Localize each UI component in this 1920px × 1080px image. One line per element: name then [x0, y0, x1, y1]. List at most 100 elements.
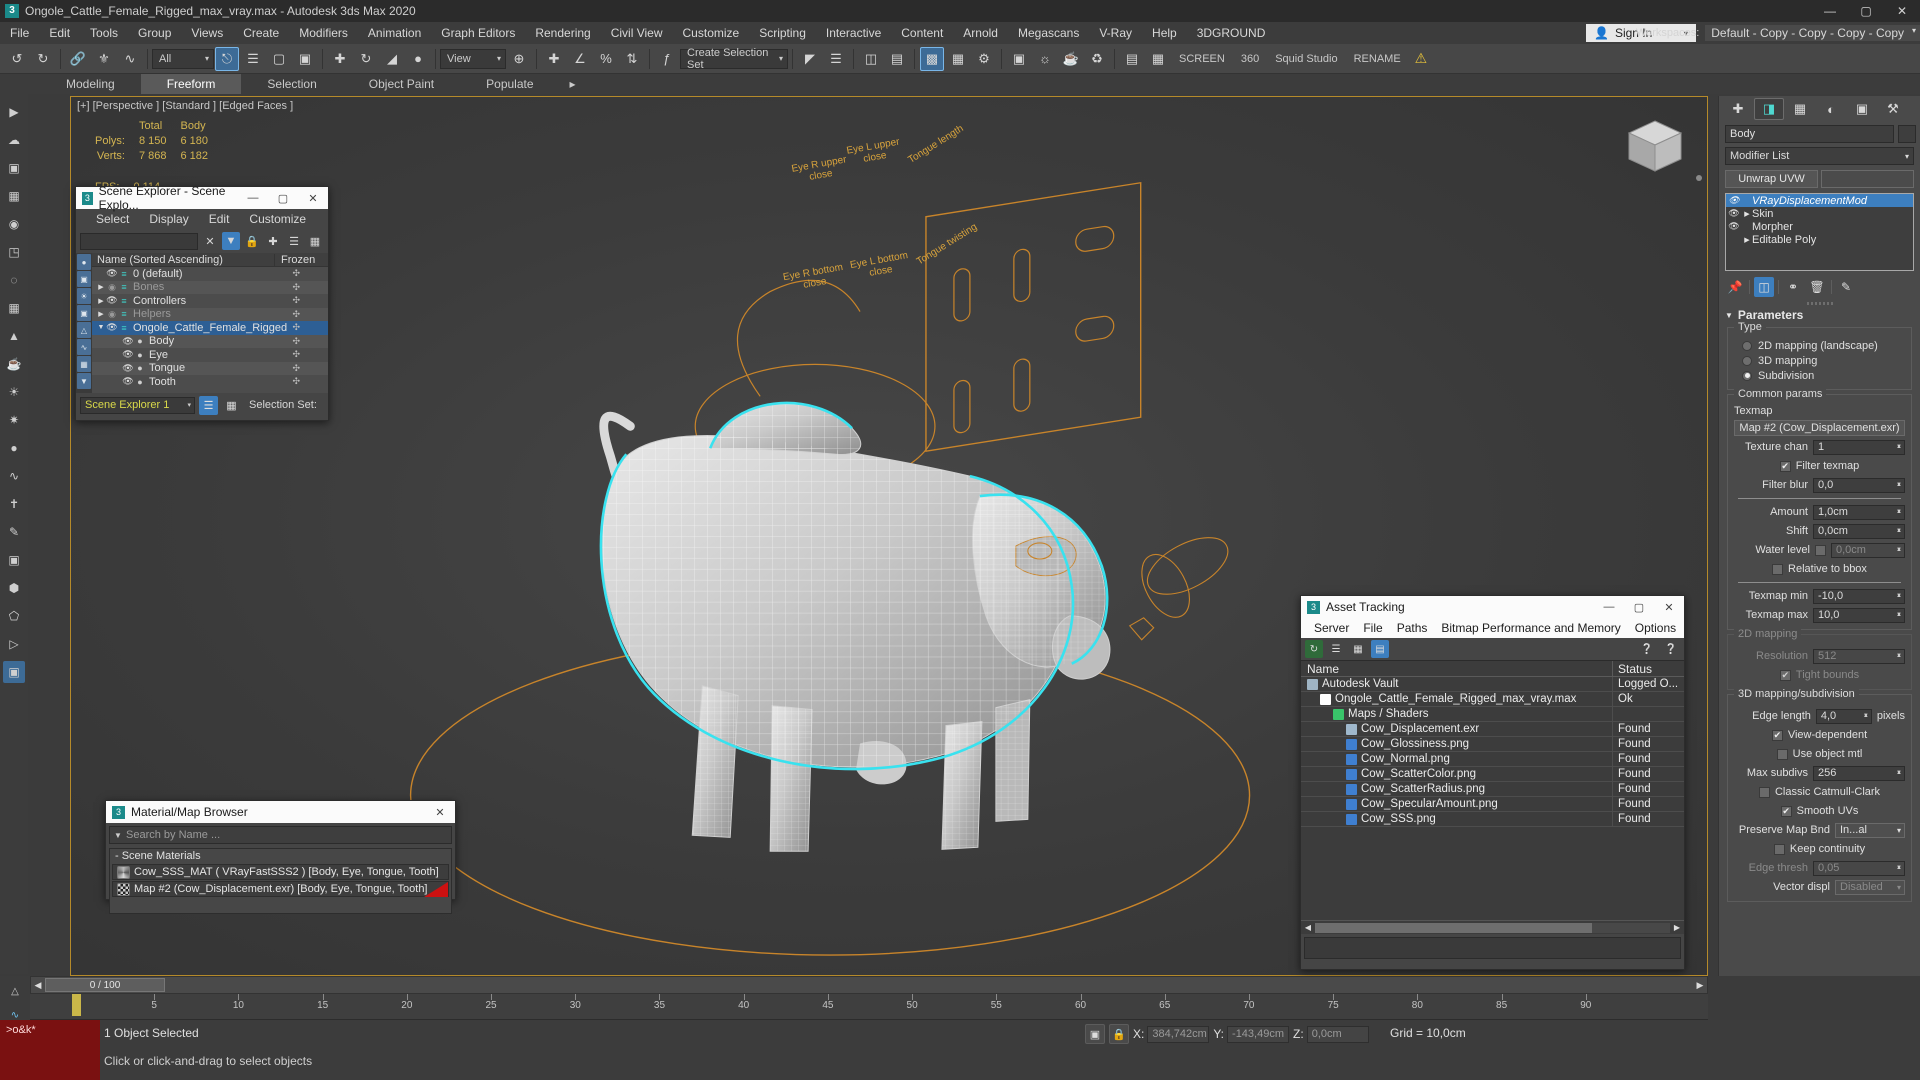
scene-explorer-row[interactable]: 👁 ● Tooth ✣ [92, 375, 328, 389]
at-menu-file[interactable]: File [1356, 621, 1389, 635]
workspaces-dropdown[interactable]: Default - Copy - Copy - Copy - Copy [1705, 25, 1920, 41]
expand-arrow-icon[interactable]: ▶ [96, 310, 106, 318]
filter-cameras-icon[interactable]: ▣ [77, 305, 91, 321]
menu-help[interactable]: Help [1142, 22, 1187, 44]
menu-rendering[interactable]: Rendering [525, 22, 600, 44]
amount-spinner[interactable]: 1,0cm ▲ ▼ [1813, 504, 1905, 520]
context-help-icon[interactable]: ❔ [1662, 640, 1680, 658]
modifier-slot-empty[interactable] [1821, 170, 1914, 188]
schematic-view-icon[interactable]: ▦ [946, 47, 970, 71]
layer-mode-icon[interactable]: ☰ [199, 395, 218, 415]
max-subdivs-spinner[interactable]: 256 ▲ ▼ [1813, 765, 1905, 781]
undo-icon[interactable]: ↺ [5, 47, 29, 71]
modifier-list-dropdown[interactable]: Modifier List [1725, 147, 1914, 165]
view-cube[interactable] [1623, 115, 1687, 179]
radio-3d-mapping[interactable]: 3D mapping [1734, 353, 1905, 368]
tool-circle-icon[interactable]: ● [3, 437, 25, 459]
asset-row[interactable]: Cow_SpecularAmount.png Found [1301, 797, 1684, 812]
tab-populate[interactable]: Populate [460, 74, 559, 94]
time-slider-left-icon[interactable]: ◀ [31, 980, 45, 991]
scene-explorer-maximize[interactable]: ▢ [268, 187, 298, 209]
tool-teapot-icon[interactable]: ☕ [3, 353, 25, 375]
asset-tracking-minimize[interactable]: — [1594, 596, 1624, 618]
menu-civil-view[interactable]: Civil View [601, 22, 673, 44]
menu-arnold[interactable]: Arnold [953, 22, 1008, 44]
pin-stack-icon[interactable]: 📌 [1725, 277, 1745, 297]
filter-geometry-icon[interactable]: ● [77, 254, 91, 270]
use-object-mtl-checkbox[interactable]: Use object mtl [1776, 747, 1862, 762]
tool-helper-icon[interactable]: ✝ [3, 493, 25, 515]
se-menu-edit[interactable]: Edit [199, 212, 240, 226]
vray-lightgen-icon[interactable]: ▦ [1146, 47, 1170, 71]
tool-hexagon-icon[interactable]: ⬢ [3, 577, 25, 599]
tab-selection[interactable]: Selection [241, 74, 342, 94]
radio-2d-mapping[interactable]: 2D mapping (landscape) [1734, 338, 1905, 353]
filter-groups-icon[interactable]: ▦ [77, 356, 91, 372]
tool-cylinder-icon[interactable]: ◳ [3, 241, 25, 263]
menu-megascans[interactable]: Megascans [1008, 22, 1089, 44]
menu-vray[interactable]: V-Ray [1089, 22, 1142, 44]
spinner-down-icon[interactable]: ▼ [1896, 479, 1902, 492]
tool-torus-icon[interactable]: ◌ [3, 269, 25, 291]
unwrap-uvw-button[interactable]: Unwrap UVW [1725, 170, 1818, 188]
modifier-stack-row[interactable]: 👁 VRayDisplacementMod [1726, 194, 1913, 207]
minimize-button[interactable]: — [1812, 0, 1848, 22]
vray-frame-buffer-icon[interactable]: ▤ [1120, 47, 1144, 71]
scene-explorer-row[interactable]: ▶ ◉ ≡ Helpers ✣ [92, 307, 328, 321]
menu-customize[interactable]: Customize [673, 22, 750, 44]
use-pivot-center-icon[interactable]: ⊕ [507, 47, 531, 71]
scroll-left-icon[interactable]: ◀ [1301, 923, 1315, 932]
visibility-eye-icon[interactable]: 👁 [106, 295, 118, 306]
asset-row[interactable]: Cow_Glossiness.png Found [1301, 737, 1684, 752]
radio-subdivision[interactable]: Subdivision [1734, 368, 1905, 383]
se-menu-display[interactable]: Display [139, 212, 198, 226]
scene-explorer-row[interactable]: 👁 ≡ 0 (default) ✣ [92, 267, 328, 281]
detail-view-icon[interactable]: ▦ [1349, 640, 1367, 658]
asset-row[interactable]: Ongole_Cattle_Female_Rigged_max_vray.max… [1301, 692, 1684, 707]
menu-file[interactable]: File [0, 22, 39, 44]
selection-lock-toggle-icon[interactable]: ▣ [1085, 1024, 1105, 1044]
warning-icon[interactable]: ⚠ [1409, 50, 1434, 67]
menu-3dground[interactable]: 3DGROUND [1187, 22, 1276, 44]
angle-snap-icon[interactable]: ∠ [568, 47, 592, 71]
material-editor-icon[interactable]: ⚙ [972, 47, 996, 71]
visibility-eye-icon[interactable]: 👁 [122, 376, 134, 387]
rendered-frame-icon[interactable]: ☼ [1033, 47, 1057, 71]
asset-tracking-window[interactable]: 3 Asset Tracking — ▢ ✕ Server File Paths… [1300, 595, 1685, 970]
reference-coordinate-dropdown[interactable]: View [440, 48, 506, 69]
configure-modifier-sets-icon[interactable]: ✎ [1836, 277, 1856, 297]
frozen-toggle-icon[interactable]: ✣ [292, 376, 300, 387]
spinner-down-icon[interactable]: ▼ [1896, 506, 1902, 519]
object-color-swatch[interactable] [1898, 125, 1916, 143]
column-header-name[interactable]: Name (Sorted Ascending) [97, 254, 223, 266]
menu-content[interactable]: Content [891, 22, 953, 44]
modifier-stack-row[interactable]: 👁 Morpher [1726, 220, 1913, 233]
filter-lights-icon[interactable]: ☀ [77, 288, 91, 304]
scene-explorer-row[interactable]: ▼ 👁 ≡ Ongole_Cattle_Female_Rigged ✣ [92, 321, 328, 335]
tab-modify[interactable]: ◨ [1754, 98, 1784, 120]
toggle-mini-curve-editor-icon[interactable]: △ [4, 982, 26, 1000]
tool-brush-icon[interactable]: ✎ [3, 521, 25, 543]
show-end-result-icon[interactable]: ◫ [1754, 277, 1774, 297]
tool-star-icon[interactable]: ✷ [3, 409, 25, 431]
select-link-icon[interactable]: 🔗 [66, 47, 90, 71]
asset-col-name[interactable]: Name [1301, 661, 1612, 676]
asset-row[interactable]: Cow_ScatterRadius.png Found [1301, 782, 1684, 797]
asset-tracking-titlebar[interactable]: 3 Asset Tracking — ▢ ✕ [1301, 596, 1684, 618]
spinner-down-icon[interactable]: ▼ [1896, 525, 1902, 538]
hscroll-track[interactable] [1315, 922, 1670, 933]
studio-label[interactable]: Squid Studio [1267, 53, 1345, 65]
modifier-stack[interactable]: 👁 VRayDisplacementMod 👁 ▶ Skin 👁 Morpher ▶ Edita… [1725, 193, 1914, 271]
filter-helpers-icon[interactable]: △ [77, 322, 91, 338]
select-object-icon[interactable]: ⎋ [215, 46, 239, 71]
mmb-item-material[interactable]: Cow_SSS_MAT ( VRayFastSSS2 ) [Body, Eye,… [112, 864, 449, 880]
chevron-down-icon[interactable]: ▼ [110, 831, 126, 840]
expand-arrow-icon[interactable]: ▼ [96, 324, 106, 331]
hierarchy-mode-icon[interactable]: ▦ [222, 396, 241, 415]
view-dependent-checkbox[interactable]: ✔ View-dependent [1771, 728, 1867, 743]
bind-space-warp-icon[interactable]: ∿ [118, 47, 142, 71]
scene-explorer-icon[interactable]: ▤ [885, 47, 909, 71]
preserve-map-dropdown[interactable]: In...al [1835, 822, 1905, 838]
tab-modeling[interactable]: Modeling [40, 74, 141, 94]
modifier-stack-row[interactable]: ▶ Editable Poly [1726, 233, 1913, 246]
